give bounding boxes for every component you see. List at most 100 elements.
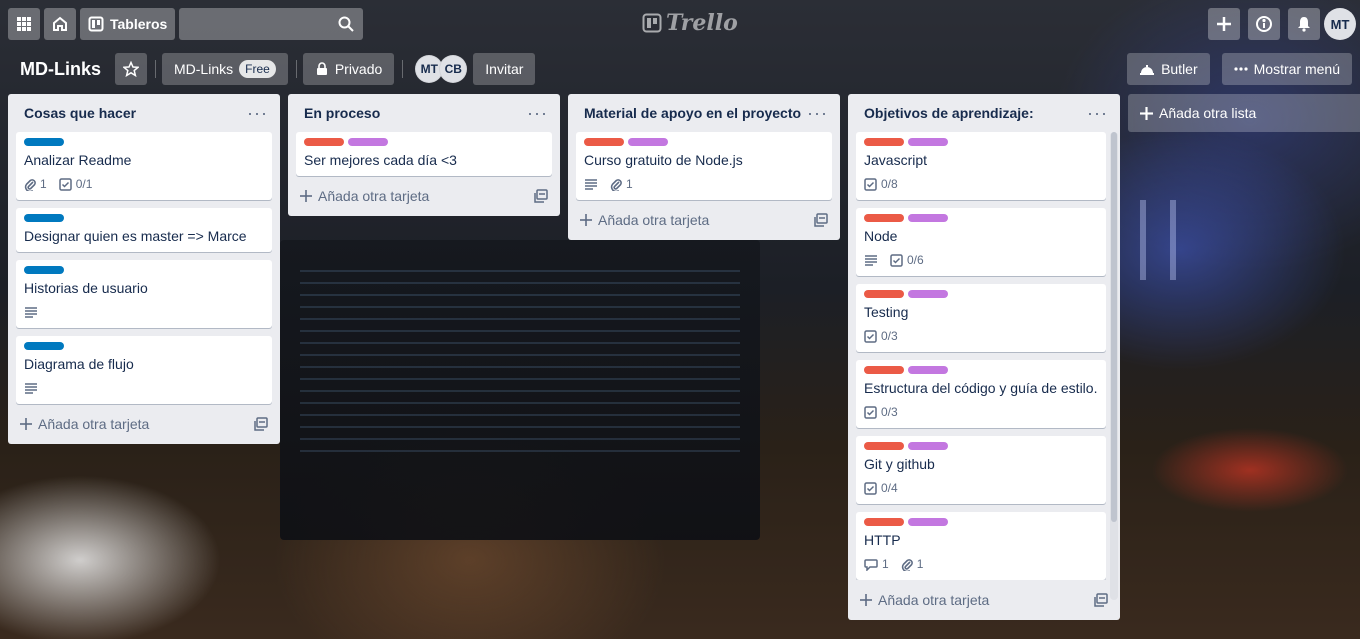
checklist-badge: 0/8 [864, 177, 898, 191]
list-header: Objetivos de aprendizaje: ··· [856, 94, 1112, 132]
plus-icon [20, 418, 32, 430]
member-avatar[interactable]: CB [439, 55, 468, 83]
add-card-button[interactable]: Añada otra tarjeta [20, 416, 149, 432]
add-card-button[interactable]: Añada otra tarjeta [300, 188, 429, 204]
card[interactable]: Estructura del código y guía de estilo. … [856, 360, 1106, 428]
card-title: Git y github [864, 456, 935, 472]
butler-label: Butler [1161, 61, 1198, 77]
description-badge [864, 254, 878, 266]
purple-label[interactable] [908, 290, 948, 298]
template-icon[interactable] [814, 213, 828, 227]
purple-label[interactable] [908, 442, 948, 450]
create-button[interactable] [1208, 8, 1240, 40]
boards-button[interactable]: Tableros [80, 8, 176, 40]
purple-label[interactable] [348, 138, 388, 146]
home-button[interactable] [44, 8, 76, 40]
red-label[interactable] [304, 138, 344, 146]
visibility-button[interactable]: Privado [302, 53, 395, 85]
paperclip-icon [610, 179, 622, 191]
add-card-button[interactable]: Añada otra tarjeta [860, 592, 989, 608]
list-header: En proceso ··· [296, 94, 552, 132]
paperclip-icon [901, 559, 913, 571]
board-header: MD-Links MD-Links Free Privado MT CB Inv… [0, 48, 1360, 90]
card[interactable]: Javascript 0/8 [856, 132, 1106, 200]
list-title[interactable]: Objetivos de aprendizaje: [864, 105, 1034, 121]
trello-logo-text: Trello [666, 10, 738, 36]
card-title: Analizar Readme [24, 152, 132, 168]
scrollbar-thumb[interactable] [1111, 132, 1117, 522]
description-badge [24, 382, 38, 394]
list-title[interactable]: Cosas que hacer [24, 105, 136, 121]
card-title: Ser mejores cada día <3 [304, 152, 457, 168]
list-scrollbar[interactable] [1110, 132, 1118, 600]
purple-label[interactable] [908, 138, 948, 146]
checkbox-icon [864, 177, 877, 191]
list-menu-icon[interactable]: ··· [1087, 104, 1108, 122]
list-title[interactable]: En proceso [304, 105, 380, 121]
checklist-badge: 0/6 [890, 253, 924, 267]
template-icon[interactable] [534, 189, 548, 203]
blue-label[interactable] [24, 138, 64, 146]
blue-label[interactable] [24, 266, 64, 274]
workspace-button[interactable]: MD-Links Free [162, 53, 288, 85]
red-label[interactable] [864, 214, 904, 222]
purple-label[interactable] [908, 366, 948, 374]
checkbox-icon [864, 329, 877, 343]
show-menu-label: Mostrar menú [1253, 61, 1340, 77]
grid-icon [17, 17, 31, 31]
red-label[interactable] [864, 442, 904, 450]
board-icon [88, 16, 104, 32]
bell-icon [1298, 17, 1310, 32]
purple-label[interactable] [908, 214, 948, 222]
card[interactable]: Ser mejores cada día <3 [296, 132, 552, 176]
board-lists: Cosas que hacer ··· Analizar Readme 1 0/… [8, 94, 1360, 620]
info-button[interactable] [1248, 8, 1280, 40]
purple-label[interactable] [908, 518, 948, 526]
card[interactable]: Curso gratuito de Node.js 1 [576, 132, 832, 200]
red-label[interactable] [584, 138, 624, 146]
red-label[interactable] [864, 138, 904, 146]
card[interactable]: Node 0/6 [856, 208, 1106, 276]
plus-icon [860, 594, 872, 606]
show-menu-button[interactable]: Mostrar menú [1221, 53, 1352, 85]
card[interactable]: Historias de usuario [16, 260, 272, 328]
add-card-button[interactable]: Añada otra tarjeta [580, 212, 709, 228]
red-label[interactable] [864, 366, 904, 374]
search-icon[interactable] [337, 15, 355, 33]
user-avatar[interactable]: MT [1324, 8, 1356, 40]
card-title: Node [864, 228, 898, 244]
trello-logo[interactable]: Trello [642, 10, 738, 36]
star-button[interactable] [115, 53, 147, 85]
plus-icon [580, 214, 592, 226]
template-icon[interactable] [254, 417, 268, 431]
apps-button[interactable] [8, 8, 40, 40]
invite-button[interactable]: Invitar [473, 53, 536, 85]
red-label[interactable] [864, 518, 904, 526]
template-icon[interactable] [1094, 593, 1108, 607]
red-label[interactable] [864, 290, 904, 298]
purple-label[interactable] [628, 138, 668, 146]
add-list-button[interactable]: Añada otra lista [1128, 94, 1360, 132]
board-title[interactable]: MD-Links [12, 53, 109, 85]
card[interactable]: Analizar Readme 1 0/1 [16, 132, 272, 200]
card[interactable]: Git y github 0/4 [856, 436, 1106, 504]
card[interactable]: HTTP 1 1 [856, 512, 1106, 580]
list-menu-icon[interactable]: ··· [247, 104, 268, 122]
add-card-label: Añada otra tarjeta [318, 188, 430, 204]
notifications-button[interactable] [1288, 8, 1320, 40]
description-icon [585, 179, 597, 190]
card[interactable]: Testing 0/3 [856, 284, 1106, 352]
search-input[interactable] [179, 8, 364, 40]
list-menu-icon[interactable]: ··· [807, 104, 828, 122]
list-footer: Añada otra tarjeta [16, 404, 272, 444]
butler-button[interactable]: Butler [1127, 53, 1210, 85]
checklist-badge: 0/3 [864, 405, 898, 419]
card[interactable]: Diagrama de flujo [16, 336, 272, 404]
list-header: Cosas que hacer ··· [16, 94, 272, 132]
card[interactable]: Designar quien es master => Marce [16, 208, 272, 252]
blue-label[interactable] [24, 342, 64, 350]
list-title[interactable]: Material de apoyo en el proyecto [584, 105, 801, 121]
blue-label[interactable] [24, 214, 64, 222]
plus-icon [1217, 17, 1231, 31]
list-menu-icon[interactable]: ··· [527, 104, 548, 122]
